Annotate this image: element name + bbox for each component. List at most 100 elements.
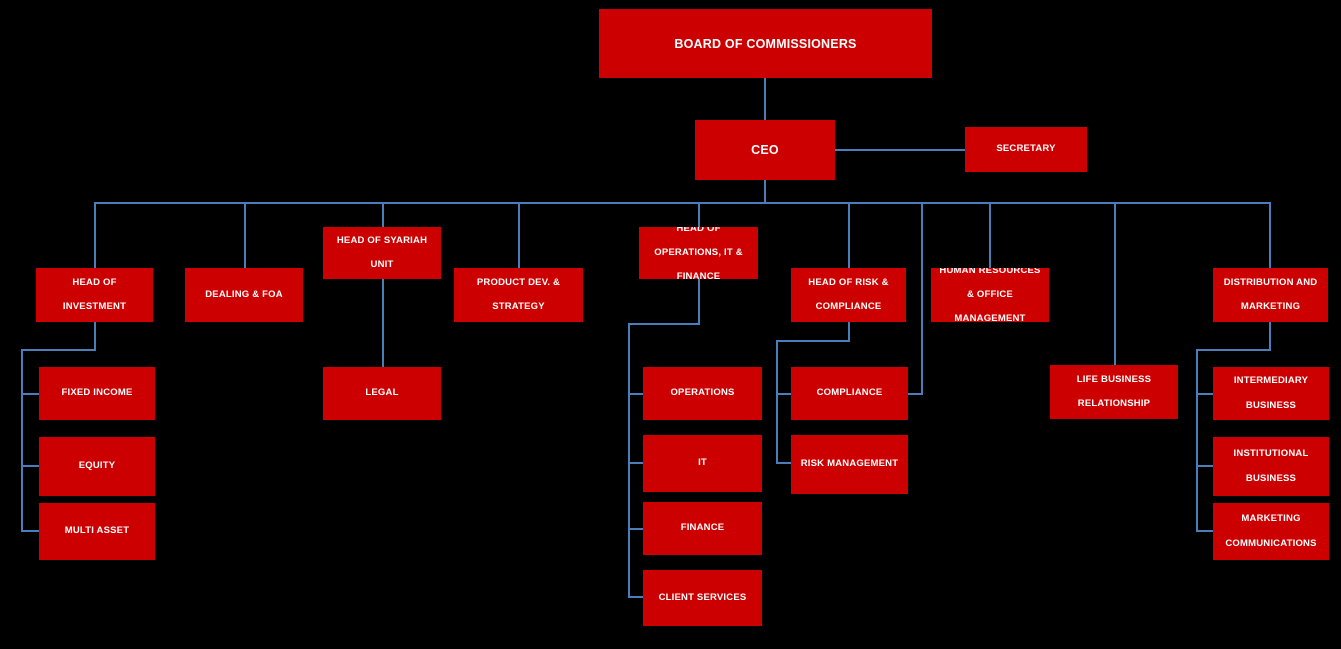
connector-distribution-to-marketing-comms: [1196, 530, 1214, 532]
node-label: BOARD OF COMMISSIONERS: [674, 36, 857, 51]
node-legal[interactable]: LEGAL: [323, 367, 441, 420]
node-head-of-syariah-unit[interactable]: HEAD OF SYARIAH UNIT: [323, 227, 441, 279]
node-label: CEO: [751, 143, 779, 157]
node-label: DEALING & FOA: [205, 288, 283, 300]
connector-bus-to-product-dev-strategy: [518, 202, 520, 268]
node-label-line-3: MANAGEMENT: [954, 313, 1026, 322]
node-dealing-and-foa[interactable]: DEALING & FOA: [185, 268, 303, 322]
node-label-line-2: BUSINESS: [1245, 399, 1297, 411]
connector-investment-spine: [21, 349, 23, 531]
node-label: HEAD OF RISK & COMPLIANCE: [795, 277, 902, 313]
node-label-line-1: INSTITUTIONAL: [1233, 448, 1309, 460]
node-label-line-1: PRODUCT DEV. &: [476, 276, 561, 288]
node-label-line-2: MARKETING: [1240, 301, 1301, 313]
connector-distribution-to-institutional: [1196, 465, 1214, 467]
node-label: HEAD OF OPERATIONS, IT & FINANCE: [643, 227, 754, 279]
connector-investment-to-multi-asset: [21, 530, 40, 532]
node-product-dev-and-strategy[interactable]: PRODUCT DEV. & STRATEGY: [454, 268, 583, 322]
connector-distribution-elbow: [1196, 349, 1271, 351]
node-label-line-1: MARKETING: [1241, 513, 1301, 525]
connector-distribution-stem: [1269, 322, 1271, 349]
connector-operations-to-finance: [628, 528, 644, 530]
node-label-line-2: INVESTMENT: [62, 301, 127, 313]
node-marketing-communications[interactable]: MARKETING COMMUNICATIONS: [1213, 503, 1329, 560]
node-label-line-1: INTERMEDIARY: [1233, 375, 1309, 387]
connector-ceo-to-bus: [764, 180, 766, 203]
node-label-line-2: BUSINESS: [1245, 472, 1297, 484]
node-label: MARKETING COMMUNICATIONS: [1217, 513, 1325, 549]
node-head-of-investment[interactable]: HEAD OF INVESTMENT: [36, 268, 153, 322]
connector-ceo-to-secretary: [835, 149, 965, 151]
node-label: MULTI ASSET: [64, 525, 130, 537]
node-ceo[interactable]: CEO: [695, 120, 835, 180]
node-label-line-2: RELATIONSHIP: [1077, 398, 1151, 410]
node-multi-asset[interactable]: MULTI ASSET: [39, 503, 155, 560]
node-finance[interactable]: FINANCE: [643, 502, 762, 555]
node-label: PRODUCT DEV. & STRATEGY: [458, 277, 579, 313]
node-label-line-1: HEAD OF: [72, 276, 117, 288]
node-label: DISTRIBUTION AND MARKETING: [1217, 277, 1324, 313]
connector-bus-to-distribution-marketing: [1269, 202, 1271, 268]
node-equity[interactable]: EQUITY: [39, 437, 155, 496]
connector-bus-to-human-resources: [989, 202, 991, 268]
connector-investment-to-fixed-income: [21, 393, 40, 395]
node-label: INTERMEDIARY BUSINESS: [1217, 375, 1325, 411]
node-label: SECRETARY: [996, 143, 1056, 155]
node-label: RISK MANAGEMENT: [800, 458, 899, 470]
node-label-line-3: FINANCE: [676, 271, 721, 279]
node-label: HEAD OF INVESTMENT: [40, 277, 149, 313]
connector-bus-to-dealing-foa: [244, 202, 246, 268]
connector-bus-to-life-business-relationship: [1114, 202, 1116, 365]
connector-main-bus: [94, 202, 1270, 204]
node-label-line-1: HEAD OF SYARIAH: [336, 234, 428, 246]
node-head-of-risk-and-compliance[interactable]: HEAD OF RISK & COMPLIANCE: [791, 268, 906, 322]
node-label: HUMAN RESOURCES & OFFICE MANAGEMENT: [935, 268, 1045, 322]
node-label: EQUITY: [78, 460, 116, 472]
connector-operations-elbow: [628, 323, 700, 325]
connector-risk-to-compliance: [776, 393, 792, 395]
node-label: COMPLIANCE: [816, 387, 883, 399]
connector-board-to-ceo: [764, 78, 766, 120]
node-label-line-2: UNIT: [370, 259, 394, 271]
node-label: FIXED INCOME: [61, 387, 133, 399]
node-risk-management[interactable]: RISK MANAGEMENT: [791, 435, 908, 494]
node-label: OPERATIONS: [670, 387, 735, 399]
connector-risk-spine: [776, 340, 778, 462]
node-label-line-1: HEAD OF: [676, 227, 721, 234]
node-life-business-relationship[interactable]: LIFE BUSINESS RELATIONSHIP: [1050, 365, 1178, 419]
node-board-of-commissioners[interactable]: BOARD OF COMMISSIONERS: [599, 9, 932, 78]
node-label: LIFE BUSINESS RELATIONSHIP: [1054, 374, 1174, 410]
node-human-resources-office-management[interactable]: HUMAN RESOURCES & OFFICE MANAGEMENT: [931, 268, 1049, 322]
connector-operations-spine: [628, 323, 630, 597]
node-distribution-and-marketing[interactable]: DISTRIBUTION AND MARKETING: [1213, 268, 1328, 322]
connector-operations-stem: [698, 279, 700, 323]
connector-bus-to-head-of-investment: [94, 202, 96, 268]
node-label-line-2: OPERATIONS, IT &: [654, 246, 743, 258]
node-label-line-1: DISTRIBUTION AND: [1223, 276, 1318, 288]
node-label: HEAD OF SYARIAH UNIT: [327, 235, 437, 271]
connector-bus-to-head-of-risk-compliance: [848, 202, 850, 268]
connector-risk-stem: [848, 322, 850, 340]
connector-investment-to-equity: [21, 465, 40, 467]
node-fixed-income[interactable]: FIXED INCOME: [39, 367, 155, 420]
connector-bus-to-head-of-syariah-unit: [382, 202, 384, 227]
node-institutional-business[interactable]: INSTITUTIONAL BUSINESS: [1213, 437, 1329, 496]
node-client-services[interactable]: CLIENT SERVICES: [643, 570, 762, 626]
node-secretary[interactable]: SECRETARY: [965, 127, 1087, 172]
connector-operations-to-it: [628, 462, 644, 464]
node-operations[interactable]: OPERATIONS: [643, 367, 762, 420]
node-label-line-1: HEAD OF RISK &: [808, 276, 889, 288]
node-label-line-2: STRATEGY: [492, 301, 545, 313]
connector-investment-elbow: [21, 349, 96, 351]
node-intermediary-business[interactable]: INTERMEDIARY BUSINESS: [1213, 367, 1329, 420]
connector-bus-to-head-of-operations: [698, 202, 700, 227]
connector-risk-elbow: [776, 340, 850, 342]
connector-distribution-spine: [1196, 349, 1198, 531]
node-label: CLIENT SERVICES: [658, 591, 747, 603]
node-label-line-1: LIFE BUSINESS: [1076, 373, 1152, 385]
node-compliance[interactable]: COMPLIANCE: [791, 367, 908, 420]
node-head-of-operations-it-finance[interactable]: HEAD OF OPERATIONS, IT & FINANCE: [639, 227, 758, 279]
node-label: LEGAL: [365, 387, 399, 399]
connector-compliance-right-entry: [908, 393, 923, 395]
node-it[interactable]: IT: [643, 435, 762, 492]
